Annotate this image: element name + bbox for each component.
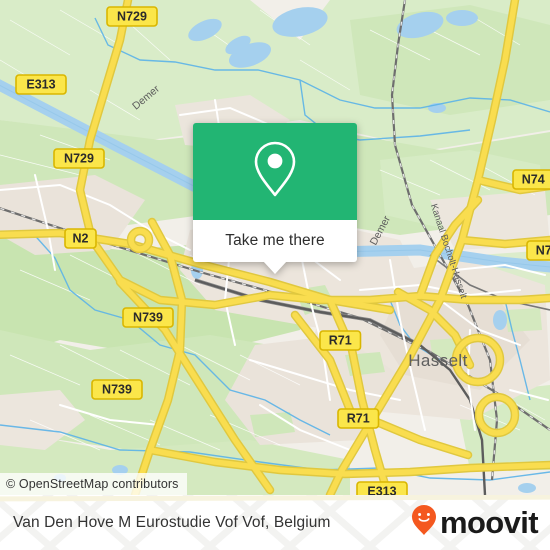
road-shield: N739: [91, 379, 143, 400]
road-shield-label: R71: [329, 334, 352, 348]
popup-pin-area: [193, 123, 357, 220]
moovit-wordmark: moovit: [439, 505, 539, 540]
road-shield: N2: [64, 228, 97, 249]
road-shield-label: N739: [102, 383, 132, 397]
road-shield: N75: [526, 240, 550, 261]
road-shield-label: N75: [536, 244, 550, 258]
road-shield-label: N74: [522, 173, 545, 187]
popup-cta-area[interactable]: Take me there: [193, 220, 357, 262]
map-screenshot: Hasselt Demer Demer Kanaal Bocholt-Hasse…: [0, 0, 550, 550]
road-shield: R71: [337, 408, 380, 429]
road-shield: N739: [122, 307, 174, 328]
road-shield-label: E313: [367, 485, 396, 496]
road-shield-label: N2: [73, 232, 89, 246]
take-me-there-popup[interactable]: Take me there: [193, 123, 357, 274]
moovit-smiley-pin-icon: [411, 504, 437, 541]
moovit-logo[interactable]: moovit: [411, 495, 539, 550]
map-pin-icon: [252, 140, 298, 203]
road-shield: N729: [106, 6, 158, 27]
road-shield-label: N729: [64, 152, 94, 166]
location-caption: Van Den Hove M Eurostudie Vof Vof, Belgi…: [13, 513, 331, 531]
road-shield-label: E313: [26, 78, 55, 92]
footer-bar: Van Den Hove M Eurostudie Vof Vof, Belgi…: [0, 495, 550, 550]
take-me-there-button[interactable]: Take me there: [225, 232, 325, 250]
road-shield: E313: [356, 481, 408, 496]
road-shield-label: R71: [347, 412, 370, 426]
road-shield: N74: [512, 169, 550, 190]
road-shield: N729: [53, 148, 105, 169]
map-attribution: © OpenStreetMap contributors: [0, 473, 187, 495]
popup-tail: [263, 261, 287, 274]
svg-text:Hasselt: Hasselt: [408, 351, 468, 370]
road-shield-label: N739: [133, 311, 163, 325]
road-shield: E313: [15, 74, 67, 95]
road-shield-label: N729: [117, 10, 147, 24]
road-shield: R71: [319, 330, 362, 351]
